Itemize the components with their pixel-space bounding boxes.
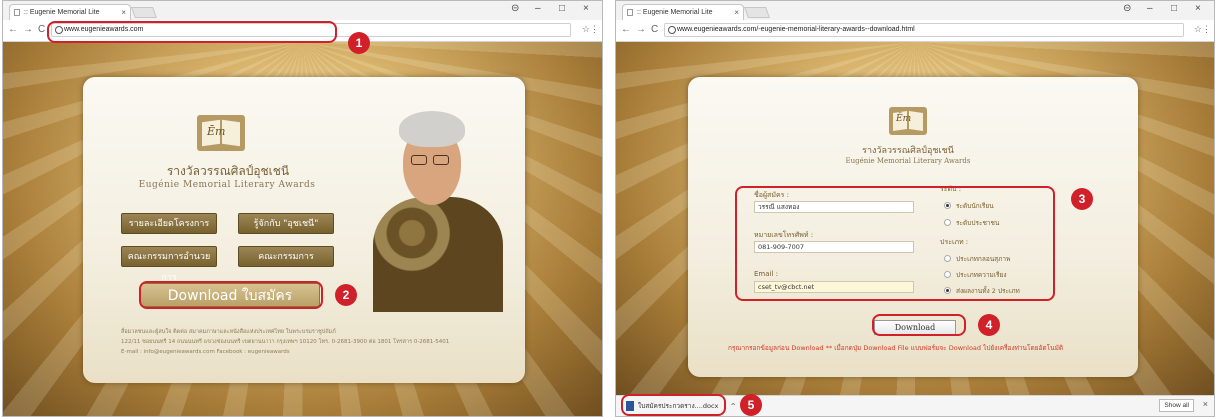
new-tab-button[interactable] (130, 7, 158, 18)
new-tab-button[interactable] (743, 7, 771, 18)
back-arrow-icon[interactable]: ← (8, 24, 18, 35)
minimize-button[interactable]: – (535, 3, 541, 14)
step-badge-1: 1 (348, 32, 370, 54)
close-button[interactable]: × (1195, 3, 1201, 14)
site-title-thai: รางวัลวรรณศิลป์อุชเชนี (862, 146, 954, 156)
step-badge-3: 3 (1071, 188, 1093, 210)
site-title-thai: รางวัลวรรณศิลป์อุชเชนี (166, 164, 290, 178)
highlight-download-button (872, 314, 966, 336)
maximize-button[interactable]: □ (1171, 3, 1177, 14)
menu-button-project-details[interactable]: รายละเอียดโครงการ (121, 213, 217, 234)
info-icon (668, 26, 676, 34)
portrait-photo (363, 97, 503, 312)
highlight-address-bar (47, 21, 337, 43)
step-badge-2: 2 (335, 284, 357, 306)
browser-menu-icon[interactable]: ⋮ (590, 24, 599, 35)
highlight-form-area (735, 186, 1055, 301)
forward-arrow-icon[interactable]: → (636, 24, 646, 35)
step-badge-4: 4 (978, 314, 1000, 336)
site-title-english: Eugénie Memorial Literary Awards (138, 180, 316, 190)
bookmark-star-icon[interactable]: ☆ (582, 24, 590, 35)
close-button[interactable]: × (583, 3, 589, 14)
tab-close-icon[interactable]: × (121, 5, 126, 20)
footer-line: สื่อมวลชนและผู้สนใจ ติดต่อ สมาคมภาษาและห… (121, 329, 336, 335)
footer-line: 122/11 ซอยนนทรี 14 ถนนนนทรี แขวงช่องนนทร… (121, 339, 450, 345)
footer-line: E-mail : info@eugenieawards.com Facebook… (121, 349, 290, 355)
logo-signature: Ēm (896, 114, 912, 124)
browser-tab[interactable]: :: Eugenie Memorial Lite × (9, 4, 131, 20)
title-bar: :: Eugenie Memorial Lite × ⊝ – □ × (616, 1, 1214, 20)
site-card: Ēm รางวัลวรรณศิลป์อุชเชนี Eugénie Memori… (83, 77, 525, 383)
tab-title: :: Eugenie Memorial Lite (637, 9, 713, 16)
chevron-up-icon[interactable]: ^ (731, 402, 736, 410)
browser-window-left: :: Eugenie Memorial Lite × ⊝ – □ × ← → C… (2, 0, 603, 417)
account-icon[interactable]: ⊝ (511, 3, 519, 14)
url-text: www.eugenieawards.com/-eugenie-memorial-… (677, 26, 915, 33)
minimize-button[interactable]: – (1147, 3, 1153, 14)
bookmark-star-icon[interactable]: ☆ (1194, 24, 1202, 35)
account-icon[interactable]: ⊝ (1123, 3, 1131, 14)
show-all-button[interactable]: Show all (1159, 399, 1194, 412)
contact-footer: สื่อมวลชนและผู้สนใจ ติดต่อ สมาคมภาษาและห… (121, 327, 449, 357)
browser-menu-icon[interactable]: ⋮ (1202, 24, 1211, 35)
web-page: Ēm รางวัลวรรณศิลป์อุชเชนี Eugénie Memori… (3, 42, 602, 416)
step-badge-5: 5 (740, 394, 762, 416)
menu-button-about-eugenie[interactable]: รู้จักกับ "อุชเชนี" (238, 213, 334, 234)
download-notice: กรุณากรอกข้อมูลก่อน Download ** เมื่อกดป… (728, 344, 1064, 352)
highlight-download-button (139, 281, 323, 309)
browser-window-right: :: Eugenie Memorial Lite × ⊝ – □ × ← → C… (615, 0, 1215, 417)
page-icon (14, 9, 20, 16)
book-logo-icon: Ēm (197, 115, 245, 151)
download-bar-close-icon[interactable]: × (1203, 399, 1208, 409)
book-logo-icon: Ēm (889, 107, 927, 135)
address-bar[interactable]: www.eugenieawards.com/-eugenie-memorial-… (664, 23, 1184, 37)
menu-button-executive-committee[interactable]: คณะกรรมการอำนวยการ (121, 246, 217, 283)
tab-close-icon[interactable]: × (734, 5, 739, 20)
browser-toolbar: ← → C www.eugenieawards.com/-eugenie-mem… (616, 20, 1214, 42)
reload-icon[interactable]: C (38, 24, 45, 35)
forward-arrow-icon[interactable]: → (23, 24, 33, 35)
site-title-english: Eugénie Memorial Literary Awards (845, 157, 971, 165)
maximize-button[interactable]: □ (559, 3, 565, 14)
title-bar: :: Eugenie Memorial Lite × ⊝ – □ × (3, 1, 602, 20)
logo-signature: Ēm (207, 125, 226, 138)
reload-icon[interactable]: C (651, 24, 658, 35)
browser-tab[interactable]: :: Eugenie Memorial Lite × (622, 4, 744, 20)
page-icon (627, 9, 633, 16)
back-arrow-icon[interactable]: ← (621, 24, 631, 35)
highlight-downloaded-file (621, 394, 726, 416)
menu-button-committee[interactable]: คณะกรรมการ (238, 246, 334, 267)
tab-title: :: Eugenie Memorial Lite (24, 9, 100, 16)
